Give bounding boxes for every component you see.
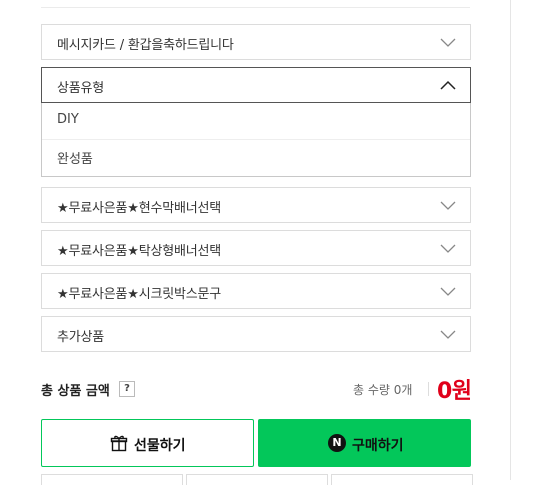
buy-button-label: 구매하기: [352, 438, 404, 454]
chevron-up-icon: [440, 80, 456, 90]
option-diy[interactable]: DIY: [57, 112, 79, 127]
product-type-select[interactable]: 상품유형: [41, 67, 471, 103]
gift-desk-banner-label: ★무료사은품★탁상형배너선택: [57, 244, 222, 259]
buy-button[interactable]: N 구매하기: [258, 419, 471, 467]
gift-banner-label: ★무료사은품★현수막배너선택: [57, 201, 222, 216]
chevron-down-icon: [440, 330, 456, 339]
extra-product-label: 추가상품: [57, 330, 105, 345]
gift-button[interactable]: 선물하기: [41, 419, 254, 467]
chevron-down-icon: [440, 287, 456, 296]
total-quantity: 총 수량 0개: [353, 383, 413, 397]
option-divider: [42, 139, 470, 140]
naver-pay-icon: N: [328, 434, 346, 452]
top-divider: [41, 7, 470, 8]
total-price-label: 총 상품 금액: [41, 384, 110, 399]
message-card-label: 메시지카드 / 환갑을축하드립니다: [57, 38, 234, 53]
total-price: 0원: [437, 379, 472, 404]
product-type-label: 상품유형: [57, 81, 105, 96]
extra-product-select[interactable]: 추가상품: [41, 316, 471, 352]
gift-secret-box-select[interactable]: ★무료사은품★시크릿박스문구: [41, 273, 471, 309]
help-icon[interactable]: ?: [119, 381, 135, 397]
option-finished[interactable]: 완성품: [57, 148, 93, 167]
product-type-dropdown: DIY 완성품: [41, 103, 471, 177]
gift-desk-banner-select[interactable]: ★무료사은품★탁상형배너선택: [41, 230, 471, 266]
message-card-select[interactable]: 메시지카드 / 환갑을축하드립니다: [41, 24, 471, 60]
gift-icon: [110, 435, 128, 452]
gift-banner-select[interactable]: ★무료사은품★현수막배너선택: [41, 187, 471, 223]
chevron-down-icon: [440, 38, 456, 47]
chevron-down-icon: [440, 201, 456, 210]
right-divider: [510, 0, 511, 480]
gift-button-label: 선물하기: [134, 438, 186, 454]
gift-secret-box-label: ★무료사은품★시크릿박스문구: [57, 287, 222, 302]
chevron-down-icon: [440, 244, 456, 253]
summary-divider: [428, 382, 429, 396]
